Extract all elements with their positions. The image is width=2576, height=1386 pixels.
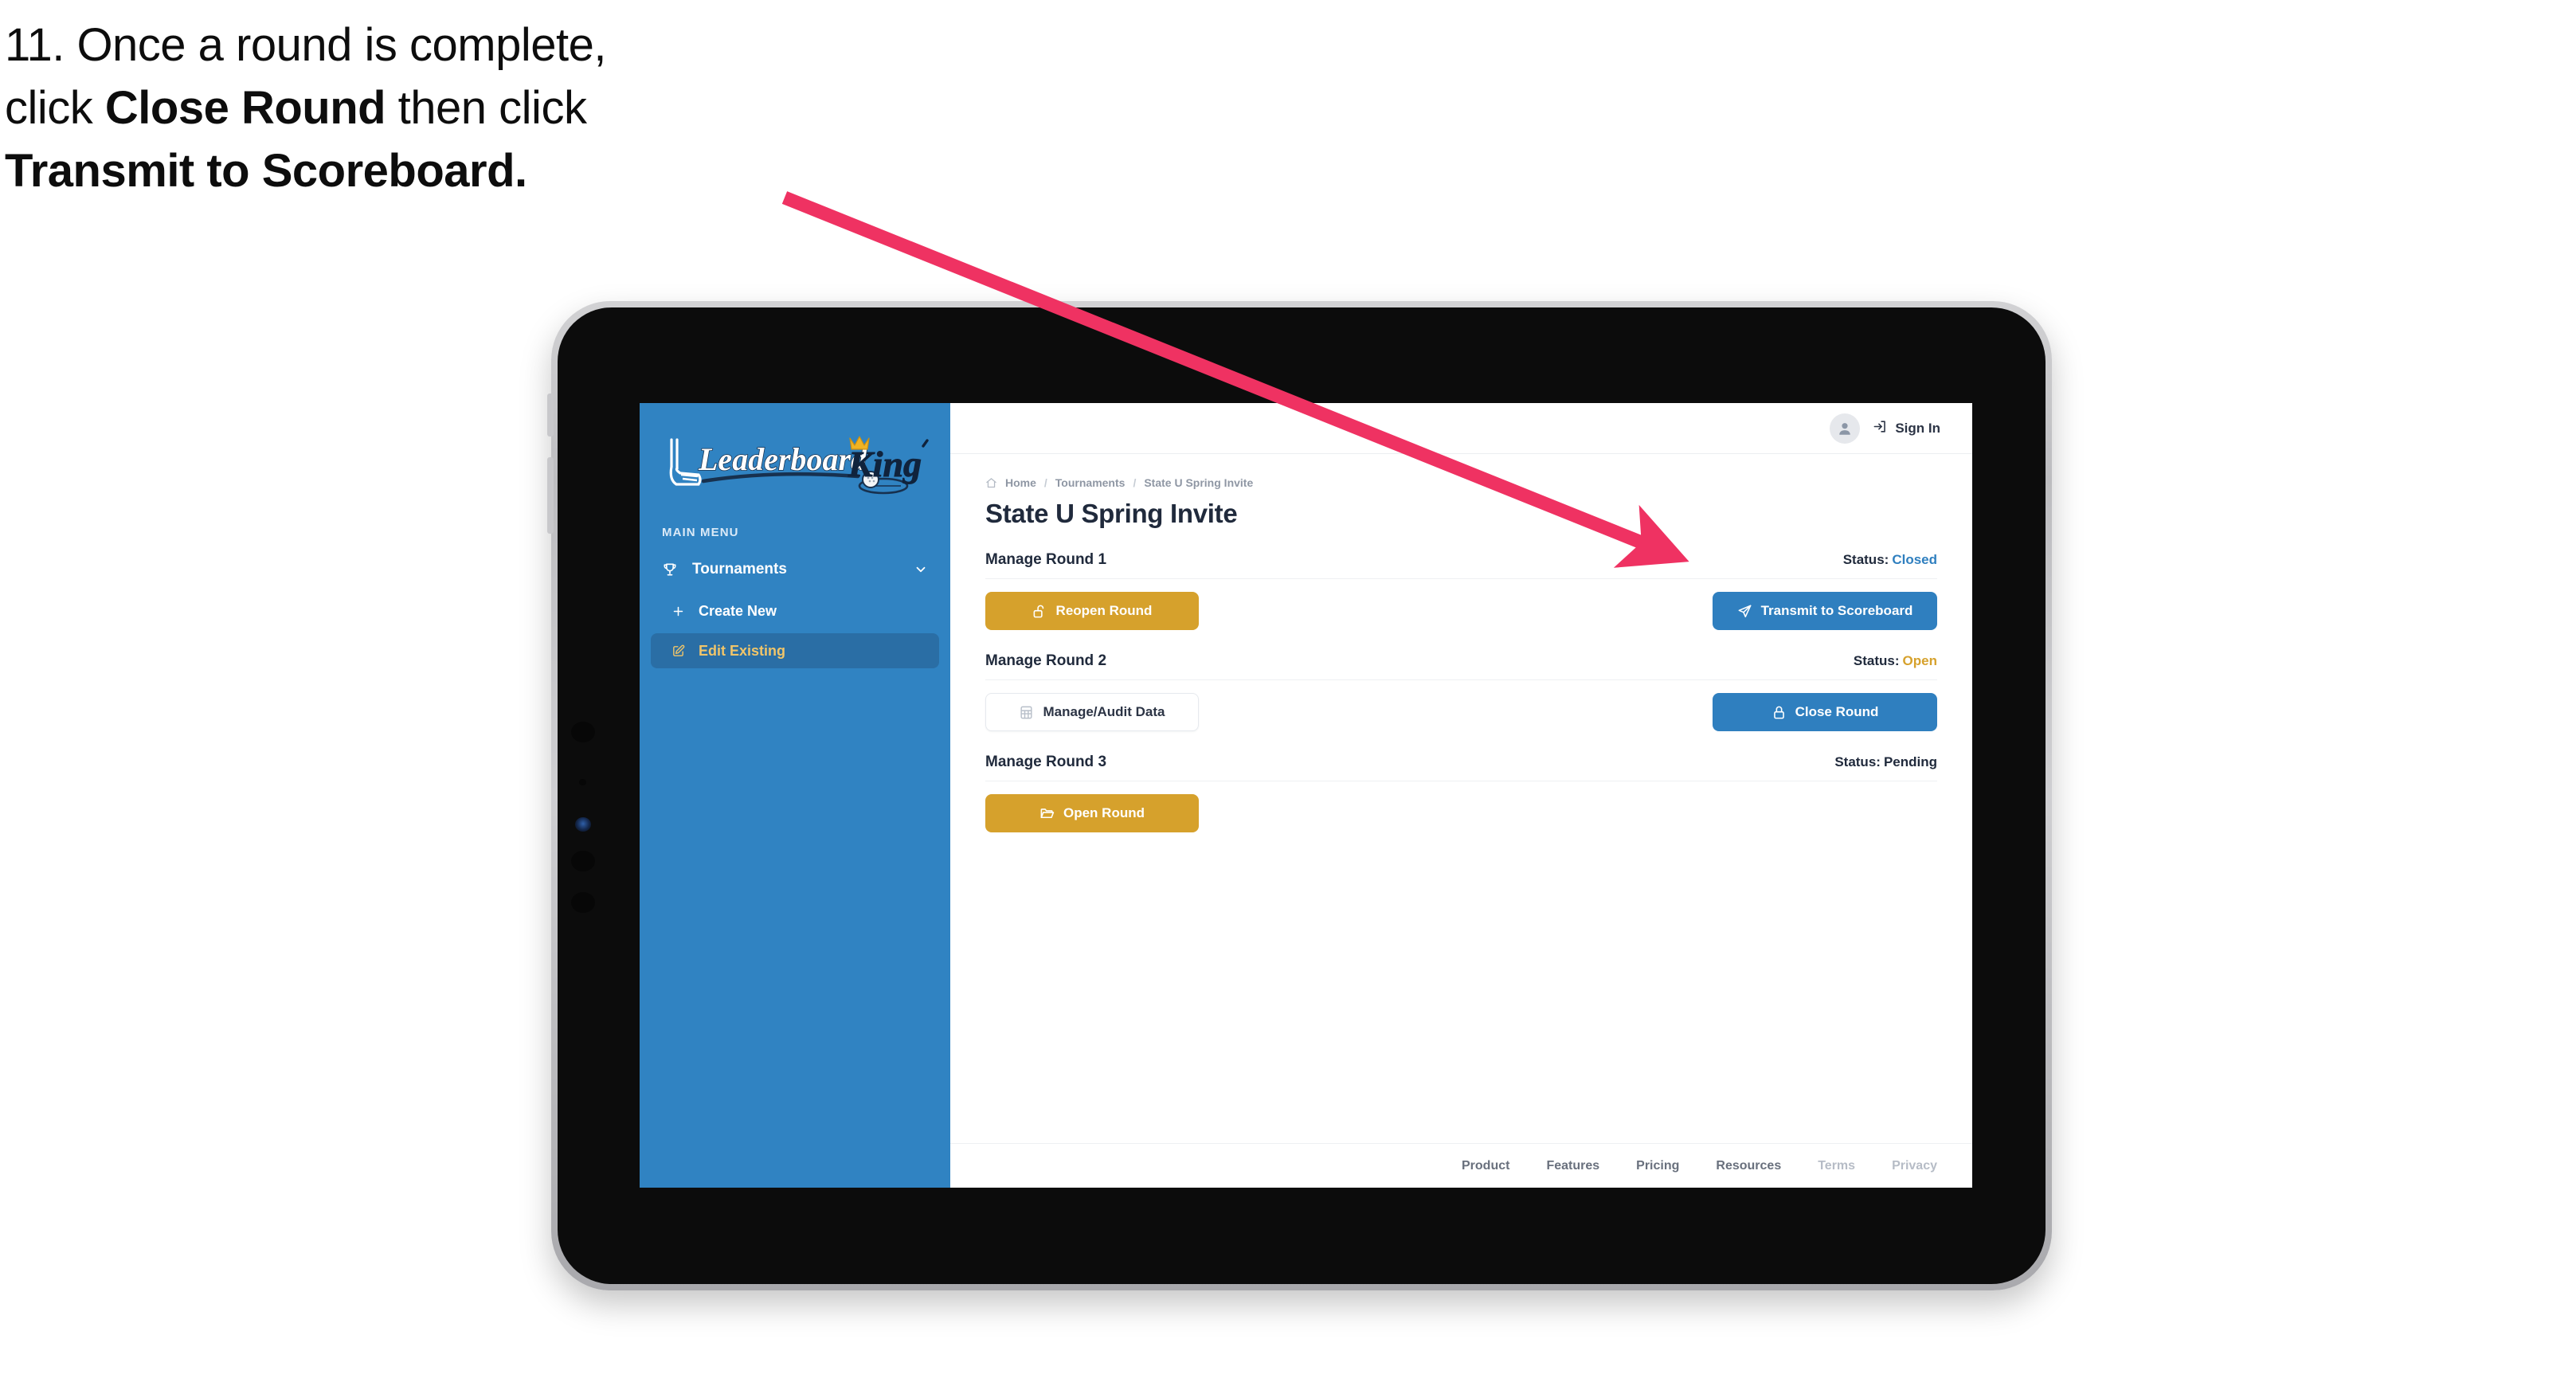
bezel-led-icon	[579, 779, 586, 785]
round-1-status: Status: Closed	[1843, 552, 1937, 568]
app-logo[interactable]: Leaderboard King	[654, 430, 934, 502]
reopen-round-button[interactable]: Reopen Round	[985, 592, 1199, 630]
footer: Product Features Pricing Resources Terms…	[950, 1143, 1972, 1188]
svg-text:King: King	[848, 444, 922, 484]
sign-in-arrow-icon	[1873, 419, 1888, 438]
round-3-status-label: Status:	[1834, 754, 1881, 769]
front-camera-icon	[575, 817, 591, 832]
round-2-status-label: Status:	[1853, 653, 1900, 668]
round-2-name: Manage Round 2	[985, 652, 1107, 669]
caption-line-2-pre: click	[5, 81, 105, 134]
caption-line-2-post: then click	[386, 81, 587, 134]
round-1-status-value: Closed	[1892, 552, 1937, 567]
tablet-device-frame: Leaderboard King MAIN MENU Tournaments C…	[547, 301, 2052, 1290]
round-block-1: Manage Round 1 Status: Closed Reopen Rou…	[985, 551, 1937, 630]
breadcrumb-separator: /	[1043, 476, 1047, 489]
round-2-status: Status: Open	[1854, 653, 1937, 669]
plus-icon	[671, 605, 692, 618]
caption-line-2: click Close Round then click	[5, 77, 881, 140]
main-content: Sign In Home / Tournaments / State U Spr…	[950, 403, 1972, 1188]
trophy-icon	[662, 562, 684, 578]
round-1-status-label: Status:	[1842, 552, 1889, 567]
bezel-sensor-2-icon	[571, 851, 595, 871]
page-body: Home / Tournaments / State U Spring Invi…	[950, 454, 1972, 1143]
screenshot-root: 11. Once a round is complete, click Clos…	[0, 0, 2576, 1386]
footer-link-features[interactable]: Features	[1546, 1159, 1599, 1173]
sidebar-item-edit-existing[interactable]: Edit Existing	[651, 633, 939, 668]
sidebar-item-create-new-label: Create New	[699, 602, 777, 619]
caption-line-3-bold: Transmit to Scoreboard.	[5, 144, 527, 197]
round-2-actions: Manage/Audit Data Close Round	[985, 693, 1937, 731]
page-title: State U Spring Invite	[985, 499, 1238, 528]
bezel-sensor-icon	[571, 722, 595, 742]
round-3-status: Status: Pending	[1834, 754, 1937, 770]
breadcrumb-item-current: State U Spring Invite	[1144, 476, 1254, 489]
tablet-volume-button[interactable]	[547, 393, 554, 437]
close-round-button[interactable]: Close Round	[1713, 693, 1937, 731]
lock-icon	[1771, 705, 1787, 720]
footer-link-product[interactable]: Product	[1462, 1159, 1509, 1173]
footer-link-pricing[interactable]: Pricing	[1636, 1159, 1679, 1173]
sign-in-label: Sign In	[1895, 420, 1940, 436]
unlock-icon	[1032, 604, 1047, 619]
sidebar-item-tournaments-label: Tournaments	[692, 561, 787, 578]
round-3-header: Manage Round 3 Status: Pending	[985, 754, 1937, 781]
round-3-status-value: Pending	[1883, 754, 1937, 769]
manage-audit-data-button[interactable]: Manage/Audit Data	[985, 693, 1199, 731]
breadcrumb-separator-2: /	[1133, 476, 1137, 489]
footer-link-privacy[interactable]: Privacy	[1892, 1159, 1937, 1173]
close-round-label: Close Round	[1795, 704, 1879, 719]
folder-open-icon	[1039, 806, 1055, 821]
open-round-button[interactable]: Open Round	[985, 794, 1199, 832]
sign-in-button[interactable]: Sign In	[1873, 419, 1940, 438]
table-grid-icon	[1019, 705, 1034, 720]
edit-pencil-icon	[671, 644, 692, 658]
transmit-to-scoreboard-button[interactable]: Transmit to Scoreboard	[1713, 592, 1937, 630]
caption-line-3: Transmit to Scoreboard.	[5, 140, 881, 203]
round-3-actions: Open Round	[985, 794, 1937, 832]
sidebar-menu-label: MAIN MENU	[662, 526, 739, 539]
sidebar-item-tournaments[interactable]: Tournaments	[651, 550, 939, 589]
caption-line-1: 11. Once a round is complete,	[5, 19, 606, 71]
tablet-bezel: Leaderboard King MAIN MENU Tournaments C…	[558, 307, 2046, 1284]
breadcrumb-item-tournaments[interactable]: Tournaments	[1055, 476, 1126, 489]
round-1-actions: Reopen Round Transmit to Scoreboard	[985, 592, 1937, 630]
home-icon[interactable]	[985, 477, 997, 489]
user-avatar-icon[interactable]	[1830, 413, 1861, 444]
round-block-3: Manage Round 3 Status: Pending Open Roun…	[985, 754, 1937, 832]
round-1-name: Manage Round 1	[985, 551, 1107, 568]
round-3-name: Manage Round 3	[985, 754, 1107, 770]
reopen-round-label: Reopen Round	[1055, 603, 1153, 618]
footer-link-terms[interactable]: Terms	[1818, 1159, 1855, 1173]
bezel-sensor-3-icon	[571, 892, 595, 913]
round-2-status-value: Open	[1902, 653, 1937, 668]
footer-link-resources[interactable]: Resources	[1716, 1159, 1781, 1173]
top-bar: Sign In	[950, 403, 1972, 454]
breadcrumb-item-home[interactable]: Home	[1005, 476, 1036, 489]
svg-text:Leaderboard: Leaderboard	[698, 441, 867, 477]
paper-plane-icon	[1737, 604, 1752, 619]
round-block-2: Manage Round 2 Status: Open Manage/Audit…	[985, 652, 1937, 731]
tablet-power-button[interactable]	[547, 457, 554, 534]
transmit-to-scoreboard-label: Transmit to Scoreboard	[1760, 603, 1913, 618]
round-1-header: Manage Round 1 Status: Closed	[985, 551, 1937, 579]
tablet-screen: Leaderboard King MAIN MENU Tournaments C…	[640, 403, 1972, 1188]
caption-line-2-bold: Close Round	[104, 81, 386, 134]
round-2-header: Manage Round 2 Status: Open	[985, 652, 1937, 680]
open-round-label: Open Round	[1063, 805, 1145, 820]
sidebar-item-edit-existing-label: Edit Existing	[699, 642, 786, 659]
sidebar: Leaderboard King MAIN MENU Tournaments C…	[640, 403, 1528, 1188]
breadcrumb: Home / Tournaments / State U Spring Invi…	[985, 476, 1937, 489]
chevron-down-icon[interactable]	[914, 562, 928, 577]
manage-audit-data-label: Manage/Audit Data	[1043, 704, 1165, 719]
sidebar-item-create-new[interactable]: Create New	[651, 593, 939, 628]
instruction-caption: 11. Once a round is complete, click Clos…	[5, 14, 881, 203]
